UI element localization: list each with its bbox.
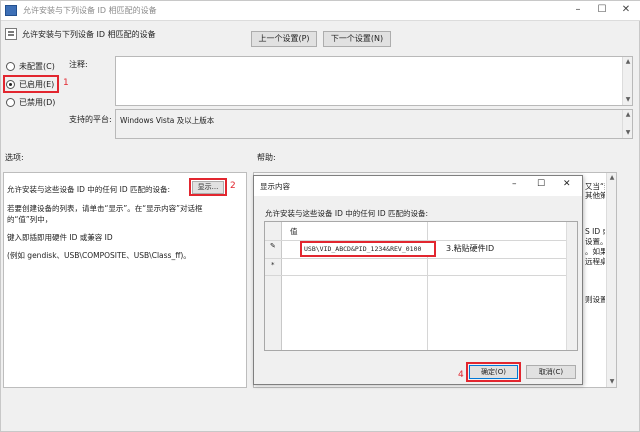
title-bar: 允许安装与下列设备 ID 相匹配的设备 – ☐ ✕ (1, 1, 640, 21)
annotation-step-1: 1 (63, 78, 69, 88)
scroll-down-icon[interactable]: ▼ (623, 95, 633, 105)
grid-line (265, 258, 577, 259)
close-icon[interactable]: ✕ (617, 3, 635, 17)
scroll-up-icon[interactable]: ▲ (607, 173, 617, 183)
radio-not-configured-circle[interactable] (6, 62, 15, 71)
value-column-header: 值 (290, 227, 298, 236)
platform-scrollbar[interactable]: ▲ ▼ (622, 110, 632, 138)
annotation-step-4: 4 (458, 370, 464, 380)
help-text-line: 远程桌面 (585, 257, 605, 266)
help-scrollbar[interactable]: ▲ ▼ (606, 173, 616, 387)
dialog-close-icon[interactable]: ✕ (563, 179, 571, 189)
radio-disabled[interactable]: 已禁用(D) (6, 97, 76, 109)
show-button[interactable]: 显示... (192, 181, 224, 194)
radio-enabled-label: 已启用(E) (19, 80, 55, 89)
previous-setting-button[interactable]: 上一个设置(P) (251, 31, 317, 47)
radio-not-configured[interactable]: 未配置(C) (6, 61, 76, 73)
dialog-minimize-icon[interactable]: – (512, 179, 517, 189)
minimize-icon[interactable]: – (569, 3, 587, 17)
platform-label: 支持的平台: (69, 115, 112, 124)
scroll-up-icon[interactable]: ▲ (623, 110, 633, 120)
scroll-down-icon[interactable]: ▼ (607, 377, 617, 387)
device-list-label: 允许安装与这些设备 ID 中的任何 ID 匹配的设备: (7, 185, 171, 194)
cancel-button[interactable]: 取消(C) (526, 365, 576, 379)
platform-value: Windows Vista 及以上版本 (120, 116, 215, 125)
row1-value-input[interactable]: USB\VID_ABCD&PID_1234&REV_0100 (300, 241, 436, 257)
options-description-3: 键入即插即用硬件 ID 或兼容 ID (7, 233, 113, 242)
policy-setting-icon (5, 28, 17, 40)
annotation-step-2: 2 (230, 181, 236, 191)
grid-scrollbar[interactable] (566, 222, 577, 350)
help-header: 帮助: (257, 153, 276, 162)
window-title: 允许安装与下列设备 ID 相匹配的设备 (23, 6, 157, 15)
show-contents-dialog: 显示内容 – ☐ ✕ 允许安装与这些设备 ID 中的任何 ID 匹配的设备: 值… (253, 175, 583, 385)
radio-enabled[interactable]: 已启用(E) (6, 79, 58, 91)
comment-textarea[interactable]: ▲ ▼ (115, 56, 633, 106)
maximize-icon[interactable]: ☐ (593, 3, 611, 17)
help-text-line: 则设置备 (585, 295, 605, 304)
radio-enabled-circle[interactable] (6, 80, 15, 89)
options-description-2: 的“值”列中， (7, 215, 53, 224)
policy-editor-window: 允许安装与下列设备 ID 相匹配的设备 – ☐ ✕ 允许安装与下列设备 ID 相… (0, 0, 640, 432)
options-description-1: 若要创建设备的列表，请单击“显示”。在“显示内容”对话框 (7, 204, 203, 213)
radio-disabled-circle[interactable] (6, 98, 15, 107)
edit-pencil-icon: ✎ (270, 242, 276, 250)
scroll-down-icon[interactable]: ▼ (623, 128, 633, 138)
policy-app-icon (5, 5, 17, 16)
radio-not-configured-label: 未配置(C) (19, 62, 55, 71)
dialog-label: 允许安装与这些设备 ID 中的任何 ID 匹配的设备: (265, 209, 429, 218)
dialog-title-bar: 显示内容 – ☐ ✕ (254, 176, 582, 196)
comment-label: 注释: (69, 60, 88, 69)
new-row-asterisk-icon: * (271, 261, 275, 269)
dialog-title: 显示内容 (260, 182, 290, 191)
platform-field: Windows Vista 及以上版本 ▲ ▼ (115, 109, 633, 139)
help-text-peek: 又当“禁 其他策略 S ID 或兼 设置。 。如果在某 远程桌面 则设置备 (585, 177, 605, 317)
next-setting-button[interactable]: 下一个设置(N) (323, 31, 391, 47)
grid-line (265, 275, 577, 276)
radio-disabled-label: 已禁用(D) (19, 98, 56, 107)
row1-value-text: USB\VID_ABCD&PID_1234&REV_0100 (304, 245, 422, 253)
annotation-step-3: 3.粘贴硬件ID (446, 244, 495, 253)
dialog-maximize-icon[interactable]: ☐ (537, 179, 545, 189)
scroll-up-icon[interactable]: ▲ (623, 57, 633, 67)
policy-title: 允许安装与下列设备 ID 相匹配的设备 (22, 30, 156, 39)
options-panel: 允许安装与这些设备 ID 中的任何 ID 匹配的设备: 若要创建设备的列表，请单… (3, 172, 247, 388)
help-text-line: 其他策略 (585, 191, 605, 200)
value-grid[interactable]: 值 ✎ * USB\VID_ABCD&PID_1234&REV_0100 3.粘… (264, 221, 578, 351)
comment-scrollbar[interactable]: ▲ ▼ (622, 57, 632, 105)
ok-button[interactable]: 确定(O) (469, 365, 518, 379)
options-header: 选项: (5, 153, 24, 162)
options-description-4: (例如 gendisk、USB\COMPOSITE、USB\Class_ff)。 (7, 251, 191, 260)
